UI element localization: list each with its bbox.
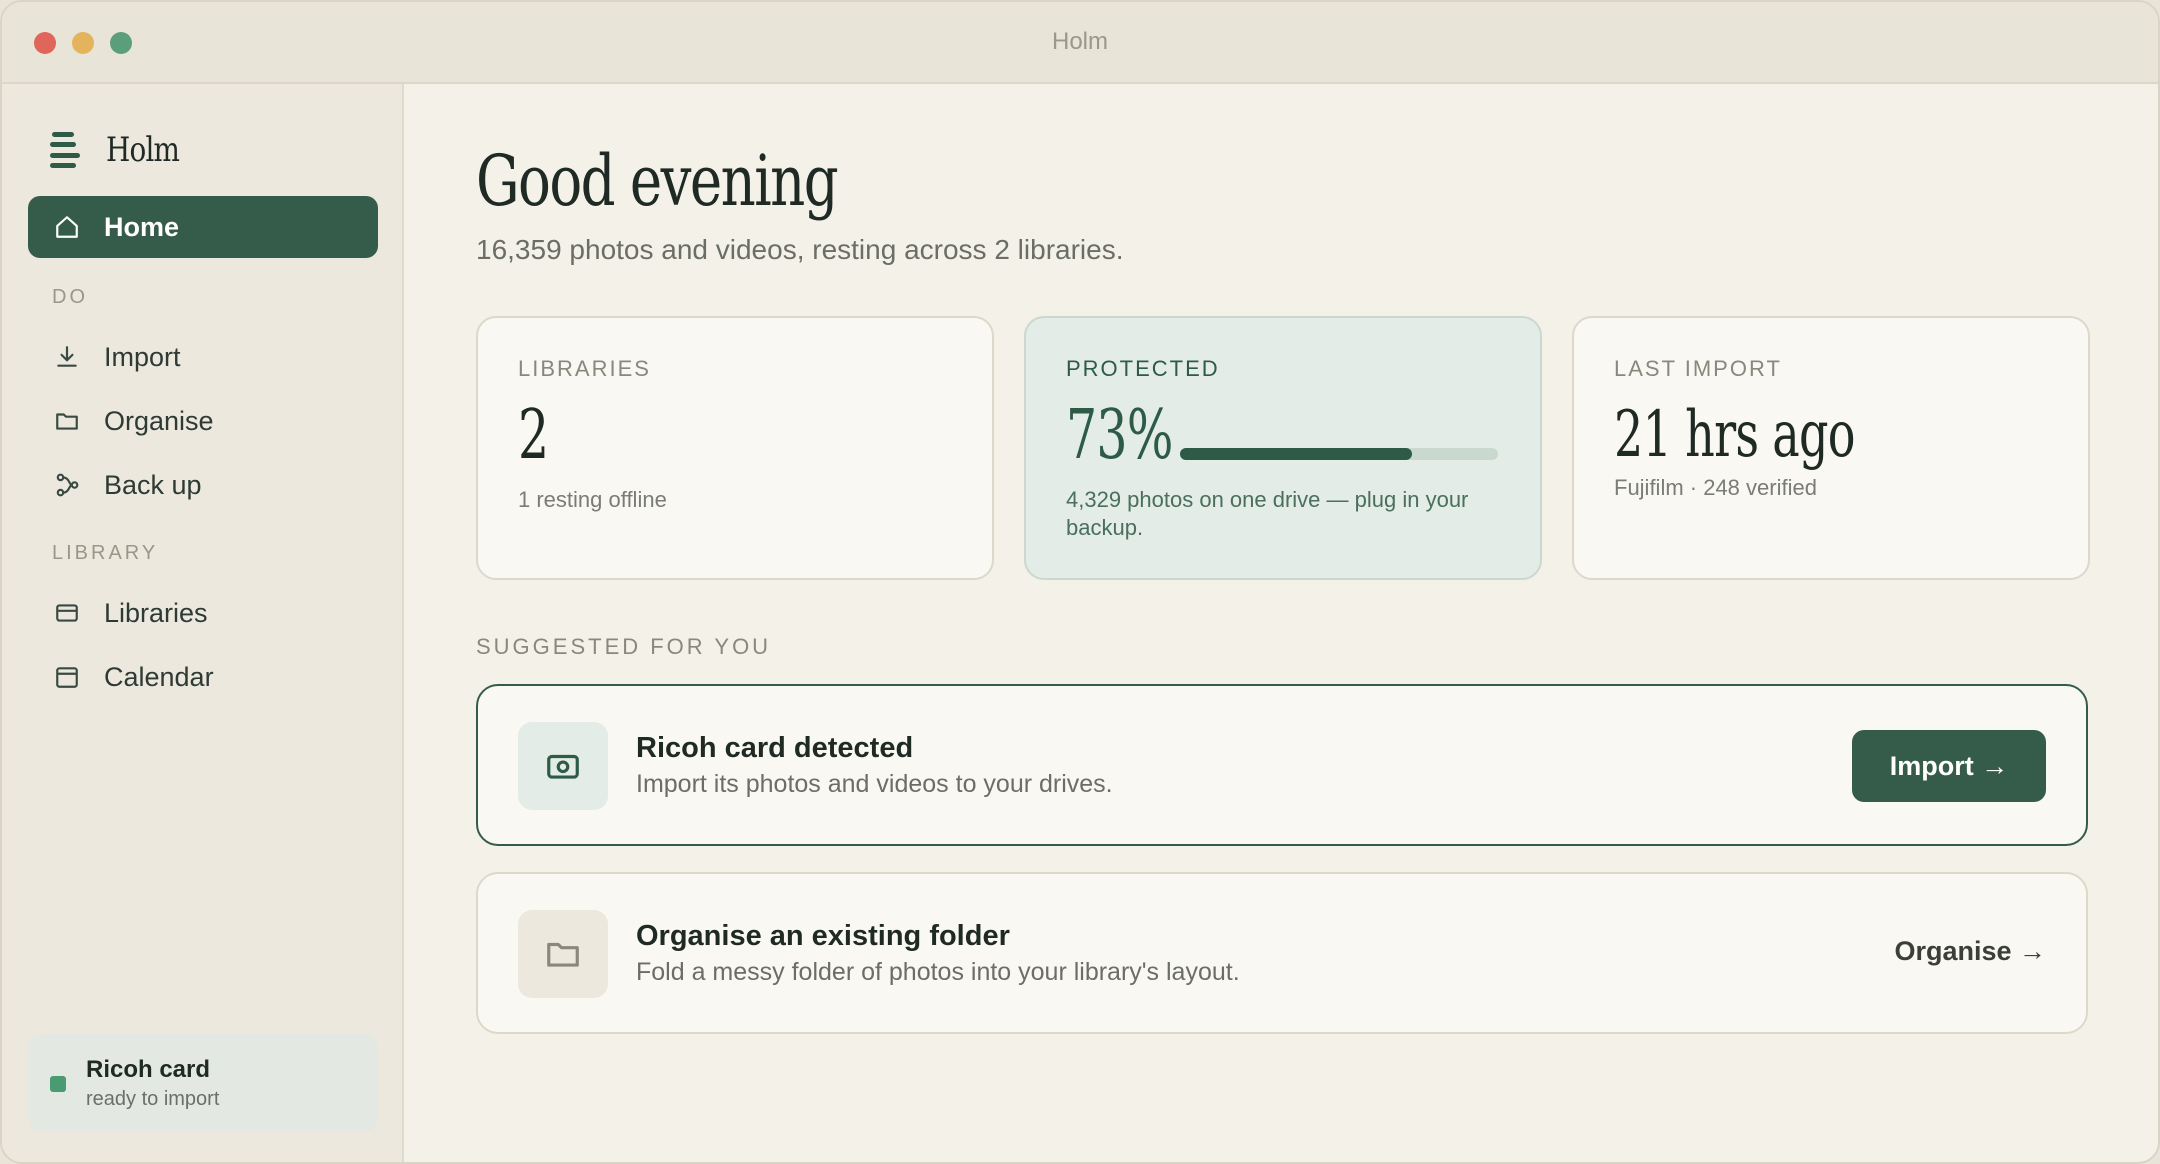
status-indicator <box>50 1076 66 1092</box>
sidebar-item-label: Import <box>104 341 181 372</box>
organise-button[interactable]: Organise → <box>1894 936 2046 967</box>
suggestion-icon-box <box>518 722 608 810</box>
sidebar-item-back-up[interactable]: Back up <box>28 454 378 516</box>
suggestion-card-organise: Organise an existing folder Fold a messy… <box>476 872 2088 1034</box>
suggestion-description: Fold a messy folder of photos into your … <box>636 958 1240 986</box>
card-value: 2 <box>518 396 549 475</box>
sidebar-item-import[interactable]: Import <box>28 326 378 388</box>
section-label-do: DO <box>52 286 88 308</box>
card-label: LAST IMPORT <box>1614 356 1782 381</box>
sidebar-item-label: Home <box>104 211 180 242</box>
import-button[interactable]: Import → <box>1852 730 2046 802</box>
sidebar-item-organise[interactable]: Organise <box>28 390 378 452</box>
card-value: 73% <box>1066 396 1173 475</box>
title-bar: Holm <box>2 2 2158 84</box>
last-import-card: LAST IMPORT 21 hrs ago Fujifilm · 248 ve… <box>1572 316 2090 580</box>
card-label: LIBRARIES <box>518 356 651 381</box>
section-label-suggested: SUGGESTED FOR YOU <box>476 634 772 659</box>
sidebar-item-label: Calendar <box>104 661 214 692</box>
card-note: 4,329 photos on one drive — plug in your… <box>1066 487 1469 540</box>
main-content: Good evening 16,359 photos and videos, r… <box>406 84 2158 1162</box>
home-icon <box>56 216 78 238</box>
progress-bar <box>1180 448 1498 460</box>
sidebar: Holm Home DO Import Organise Back up LIB… <box>2 84 404 1162</box>
backup-icon <box>56 473 79 497</box>
logo-icon <box>50 130 80 170</box>
folder-icon <box>56 413 78 430</box>
device-status-card[interactable]: Ricoh card ready to import <box>28 1034 378 1132</box>
window-title: Holm <box>1051 28 1108 55</box>
brand: Holm <box>50 120 195 180</box>
sidebar-item-home[interactable]: Home <box>28 196 378 258</box>
device-status: ready to import <box>86 1088 220 1110</box>
suggestion-card-ricoh: Ricoh card detected Import its photos an… <box>476 684 2088 846</box>
page-subtitle: 16,359 photos and videos, resting across… <box>476 234 1124 265</box>
card-note: Fujifilm · 248 verified <box>1614 475 1817 500</box>
suggestion-title: Ricoh card detected <box>636 732 914 764</box>
progress-bar-fill <box>1180 448 1413 460</box>
suggestion-icon-box <box>518 910 608 998</box>
page-title: Good evening <box>476 140 839 222</box>
libraries-card: LIBRARIES 2 1 resting offline <box>476 316 994 580</box>
download-icon <box>57 346 77 367</box>
folder-icon <box>547 942 579 967</box>
suggestion-title: Organise an existing folder <box>636 920 1010 952</box>
device-name: Ricoh card <box>86 1056 211 1083</box>
card-note: 1 resting offline <box>518 487 667 512</box>
section-label-library: LIBRARY <box>52 542 159 564</box>
card-label: PROTECTED <box>1066 356 1220 381</box>
sidebar-item-label: Organise <box>104 405 214 436</box>
suggestion-description: Import its photos and videos to your dri… <box>636 770 1113 798</box>
protected-card: PROTECTED 73% 4,329 photos on one drive … <box>1024 316 1542 580</box>
brand-name: Holm <box>106 130 180 170</box>
sidebar-item-label: Libraries <box>104 597 208 628</box>
sidebar-item-label: Back up <box>104 469 202 500</box>
library-icon <box>56 604 78 622</box>
app-window: Holm Holm Home DO Import Organise Back u… <box>0 0 2160 1164</box>
calendar-icon <box>56 667 78 688</box>
sidebar-item-libraries[interactable]: Libraries <box>28 582 378 644</box>
card-value: 21 hrs ago <box>1614 398 1856 472</box>
camera-icon <box>547 754 579 779</box>
sidebar-item-calendar[interactable]: Calendar <box>28 646 378 708</box>
